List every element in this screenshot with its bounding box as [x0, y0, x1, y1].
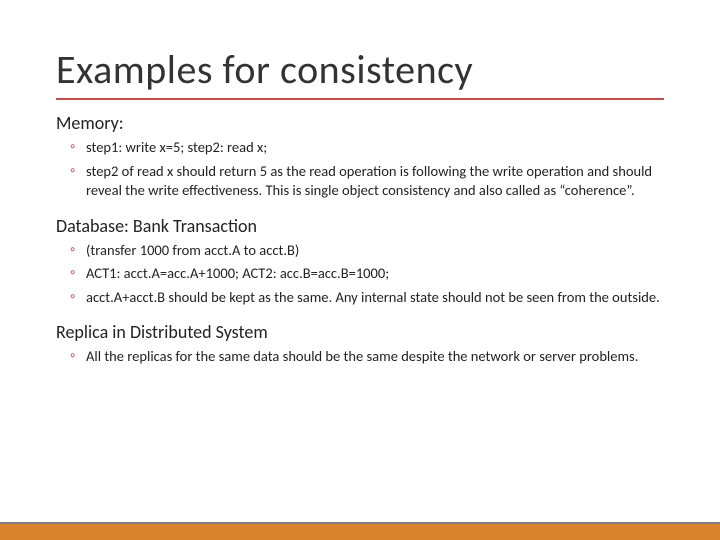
section-heading: Memory:	[56, 112, 664, 134]
slide: Examples for consistency Memory: step1: …	[0, 0, 720, 540]
footer-accent	[0, 524, 720, 540]
footer-bar	[0, 522, 720, 540]
slide-title: Examples for consistency	[56, 48, 664, 92]
section-heading: Database: Bank Transaction	[56, 215, 664, 237]
section-memory: Memory: step1: write x=5; step2: read x;…	[56, 112, 664, 201]
title-underline	[56, 98, 664, 100]
section-database: Database: Bank Transaction (transfer 100…	[56, 215, 664, 308]
list-item: ACT1: acct.A=acc.A+1000; ACT2: acc.B=acc…	[74, 264, 664, 284]
section-replica: Replica in Distributed System All the re…	[56, 321, 664, 367]
list-item: (transfer 1000 from acct.A to acct.B)	[74, 241, 664, 261]
list-item: acct.A+acct.B should be kept as the same…	[74, 288, 664, 308]
list-item: step2 of read x should return 5 as the r…	[74, 162, 664, 201]
bullet-list: step1: write x=5; step2: read x; step2 o…	[56, 138, 664, 201]
list-item: step1: write x=5; step2: read x;	[74, 138, 664, 158]
section-heading: Replica in Distributed System	[56, 321, 664, 343]
bullet-list: (transfer 1000 from acct.A to acct.B) AC…	[56, 241, 664, 308]
bullet-list: All the replicas for the same data shoul…	[56, 347, 664, 367]
list-item: All the replicas for the same data shoul…	[74, 347, 664, 367]
